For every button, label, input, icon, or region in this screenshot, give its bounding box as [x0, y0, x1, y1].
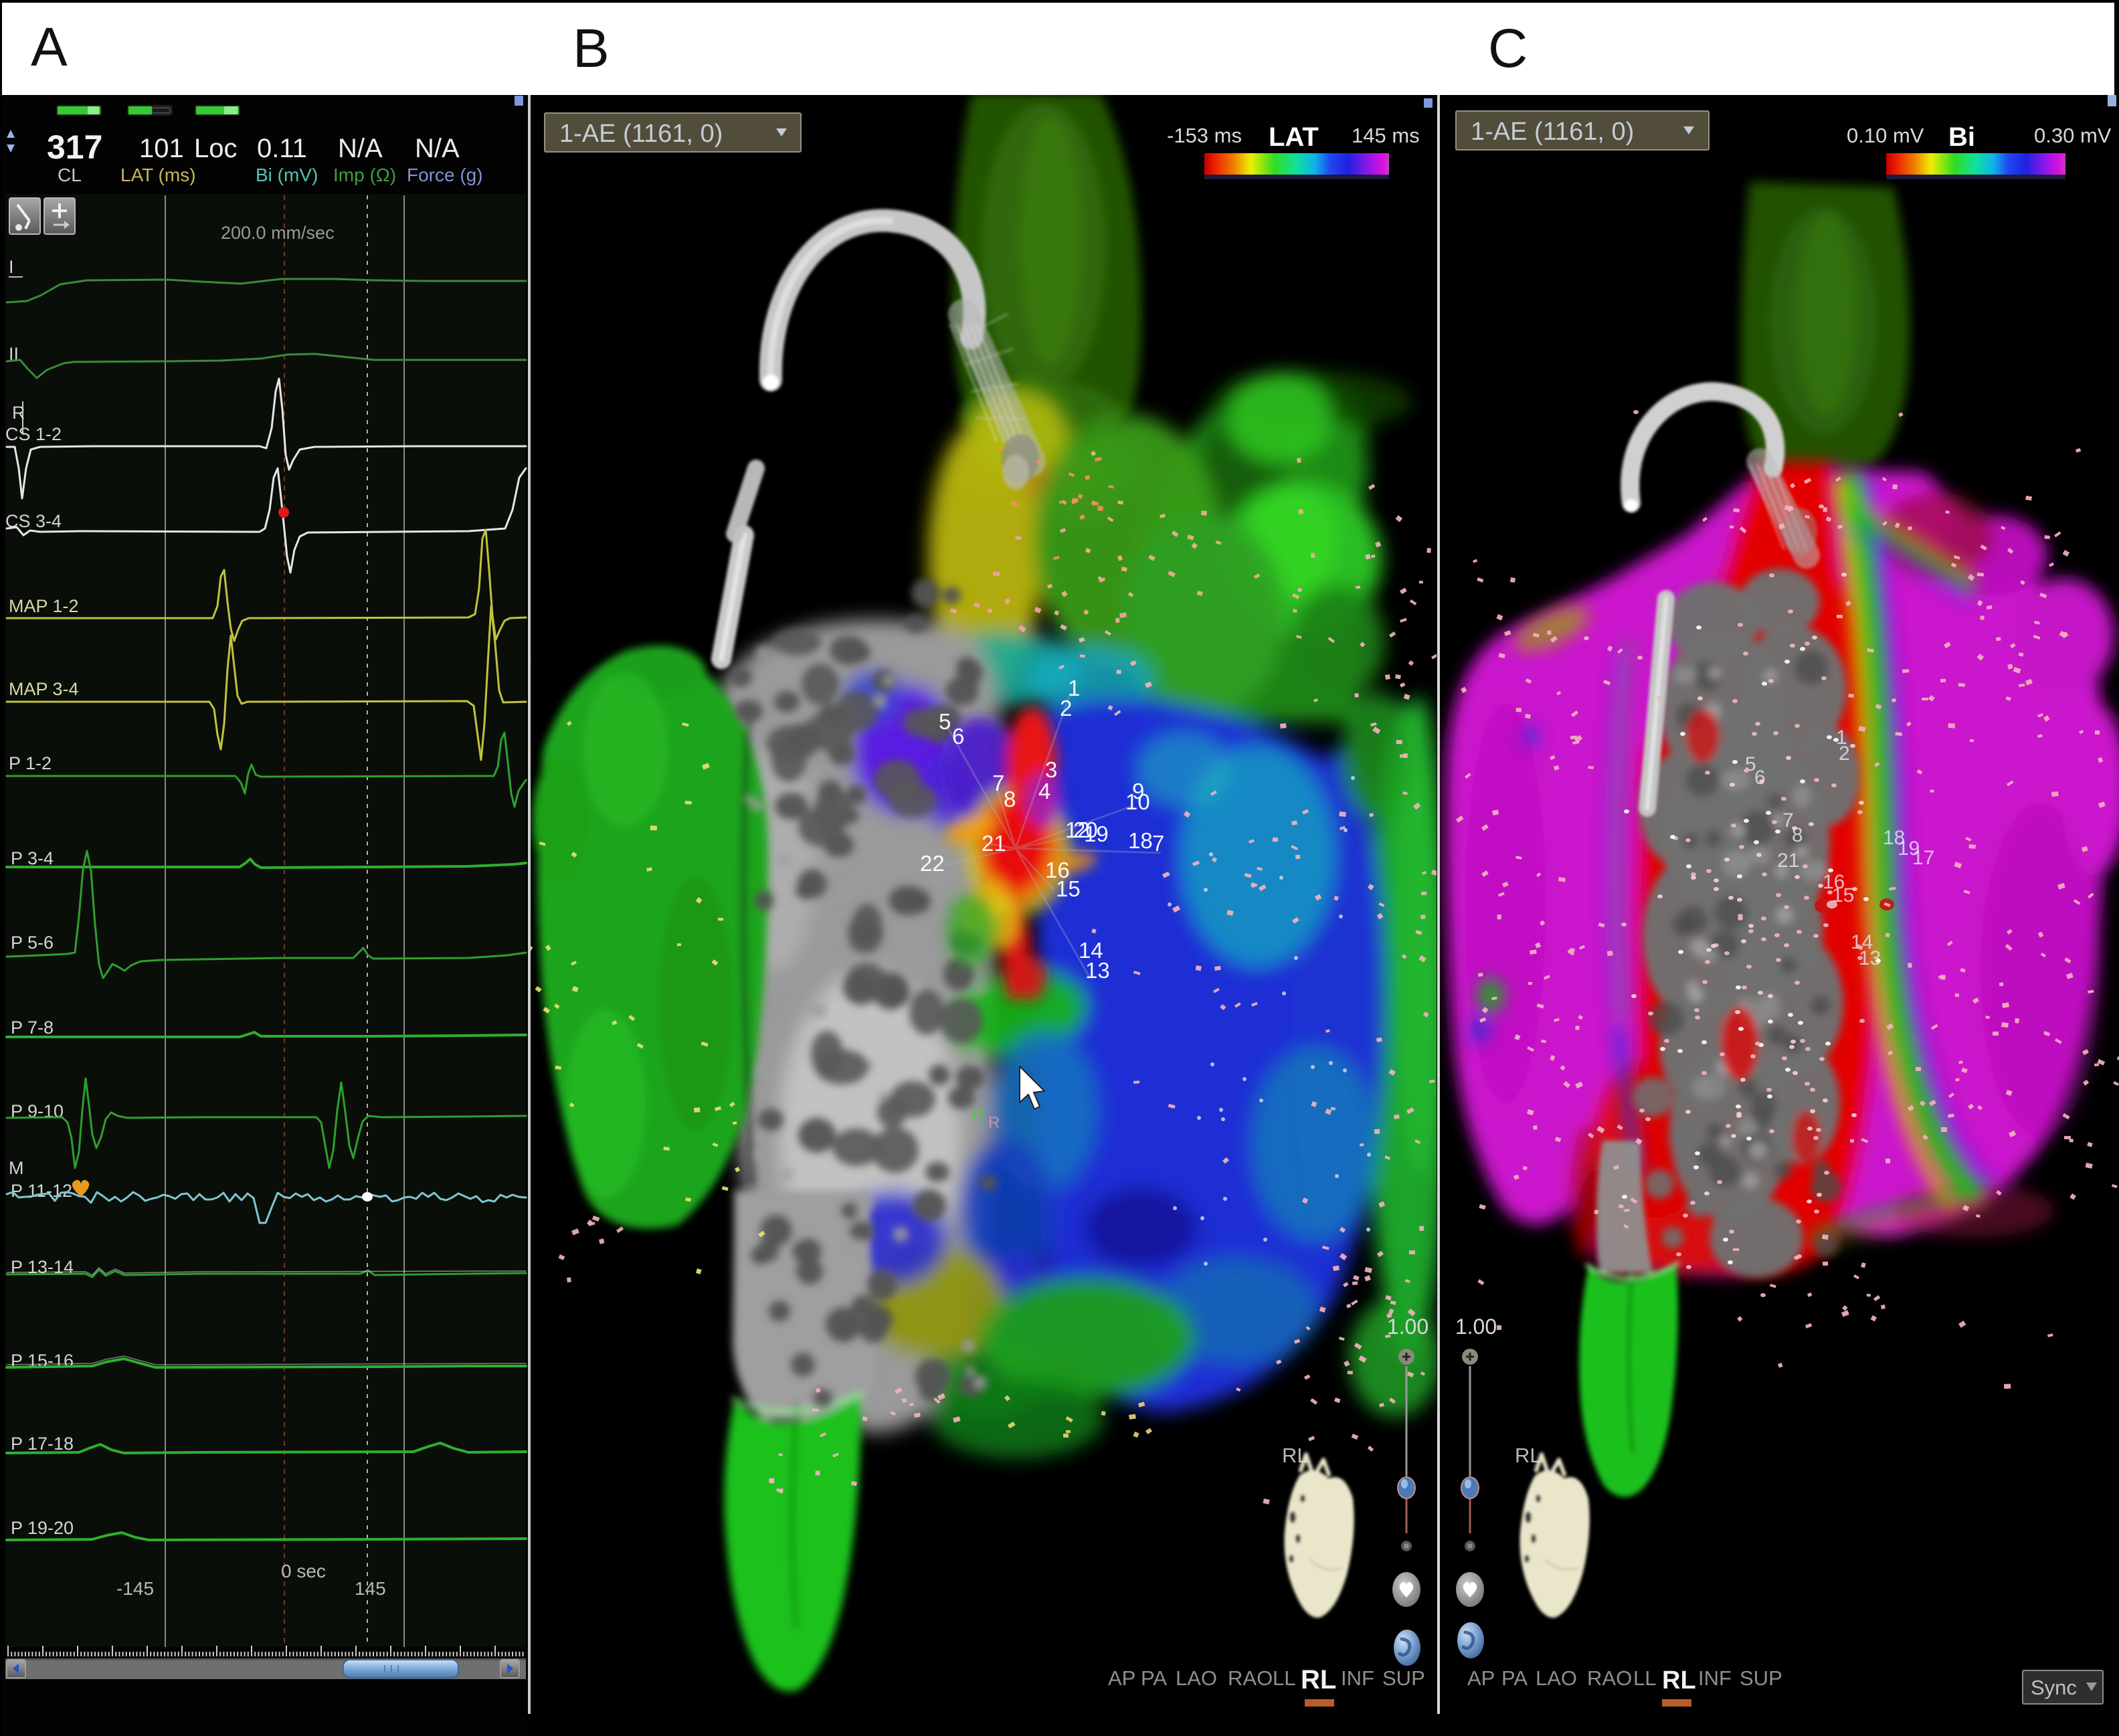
- svg-text:1: 1: [1836, 727, 1847, 749]
- svg-text:19: 19: [1084, 822, 1109, 846]
- svg-text:R: R: [972, 1104, 985, 1125]
- svg-text:6: 6: [952, 724, 964, 749]
- svg-text:22: 22: [920, 851, 945, 876]
- svg-text:2: 2: [1060, 696, 1072, 720]
- svg-text:LAO: LAO: [1536, 1666, 1577, 1690]
- svg-text:145 ms: 145 ms: [1352, 124, 1420, 147]
- svg-text:17: 17: [1912, 847, 1934, 869]
- svg-text:M: M: [9, 1158, 24, 1178]
- svg-text:18: 18: [1128, 828, 1153, 853]
- svg-text:AP: AP: [1108, 1666, 1135, 1690]
- svg-text:SUP: SUP: [1382, 1666, 1425, 1690]
- svg-text:LAT: LAT: [1269, 122, 1319, 152]
- svg-text:CL: CL: [58, 165, 82, 185]
- svg-text:Bi: Bi: [1948, 122, 1975, 152]
- svg-text:0.10 mV: 0.10 mV: [1847, 124, 1924, 147]
- svg-text:-145: -145: [116, 1578, 154, 1599]
- svg-text:P 1-2: P 1-2: [9, 753, 52, 773]
- svg-text:MAP 3-4: MAP 3-4: [9, 679, 79, 699]
- svg-text:0 sec: 0 sec: [281, 1561, 326, 1581]
- svg-text:Force (g): Force (g): [407, 165, 483, 185]
- svg-text:N/A: N/A: [338, 134, 383, 163]
- svg-text:6: 6: [1754, 767, 1766, 789]
- svg-text:INF: INF: [1341, 1666, 1374, 1690]
- svg-text:13: 13: [1085, 958, 1110, 983]
- svg-text:145: 145: [355, 1578, 386, 1599]
- svg-text:P 3-4: P 3-4: [11, 848, 54, 868]
- svg-text:Bi (mV): Bi (mV): [256, 165, 318, 185]
- svg-text:Imp (Ω): Imp (Ω): [333, 165, 396, 185]
- svg-text:200.0 mm/sec: 200.0 mm/sec: [221, 223, 335, 243]
- svg-text:LL: LL: [1633, 1666, 1656, 1690]
- svg-text:P 19-20: P 19-20: [11, 1518, 74, 1538]
- svg-text:-153 ms: -153 ms: [1167, 124, 1242, 147]
- svg-text:C: C: [1488, 18, 1528, 79]
- svg-text:CS 1-2: CS 1-2: [5, 424, 62, 444]
- svg-text:LL: LL: [1273, 1666, 1295, 1690]
- svg-text:RL: RL: [1662, 1666, 1696, 1695]
- svg-text:PA: PA: [1501, 1666, 1528, 1690]
- svg-text:Sync: Sync: [2031, 1676, 2077, 1699]
- svg-text:RAO: RAO: [1587, 1666, 1632, 1690]
- svg-text:R: R: [988, 1114, 1000, 1132]
- svg-text:4: 4: [1038, 779, 1050, 803]
- svg-text:0.11: 0.11: [257, 134, 307, 163]
- svg-text:21: 21: [982, 831, 1006, 856]
- svg-text:5: 5: [939, 709, 951, 734]
- svg-text:B: B: [573, 18, 610, 79]
- svg-text:I: I: [9, 257, 14, 277]
- svg-text:Loc: Loc: [194, 134, 238, 163]
- svg-text:1-AE (1161, 0): 1-AE (1161, 0): [559, 120, 723, 148]
- svg-text:0.30 mV: 0.30 mV: [2034, 124, 2112, 147]
- svg-text:P 17-18: P 17-18: [11, 1434, 74, 1454]
- svg-text:PA: PA: [1141, 1666, 1167, 1690]
- svg-text:317: 317: [47, 128, 102, 166]
- svg-text:15: 15: [1056, 876, 1081, 901]
- svg-text:SUP: SUP: [1740, 1666, 1782, 1690]
- svg-text:A: A: [31, 17, 68, 78]
- svg-text:1-AE (1161, 0): 1-AE (1161, 0): [1471, 118, 1634, 146]
- svg-text:101: 101: [139, 134, 184, 163]
- svg-text:P 7-8: P 7-8: [11, 1018, 54, 1038]
- svg-text:9: 9: [1132, 779, 1144, 803]
- svg-text:INF: INF: [1698, 1666, 1732, 1690]
- svg-text:P 5-6: P 5-6: [11, 933, 54, 953]
- svg-text:N/A: N/A: [415, 134, 460, 163]
- svg-text:RAO: RAO: [1228, 1666, 1273, 1690]
- svg-text:LAT (ms): LAT (ms): [120, 165, 196, 185]
- svg-text:7: 7: [992, 771, 1004, 795]
- svg-text:7: 7: [1152, 831, 1164, 856]
- svg-text:LAO: LAO: [1176, 1666, 1217, 1690]
- svg-text:1.00: 1.00: [1455, 1315, 1497, 1339]
- svg-text:1.00: 1.00: [1387, 1315, 1429, 1339]
- svg-text:MAP 1-2: MAP 1-2: [9, 596, 79, 616]
- svg-text:21: 21: [1777, 850, 1799, 872]
- svg-text:AP: AP: [1467, 1666, 1495, 1690]
- svg-text:8: 8: [1004, 787, 1016, 811]
- svg-text:RL: RL: [1301, 1665, 1336, 1695]
